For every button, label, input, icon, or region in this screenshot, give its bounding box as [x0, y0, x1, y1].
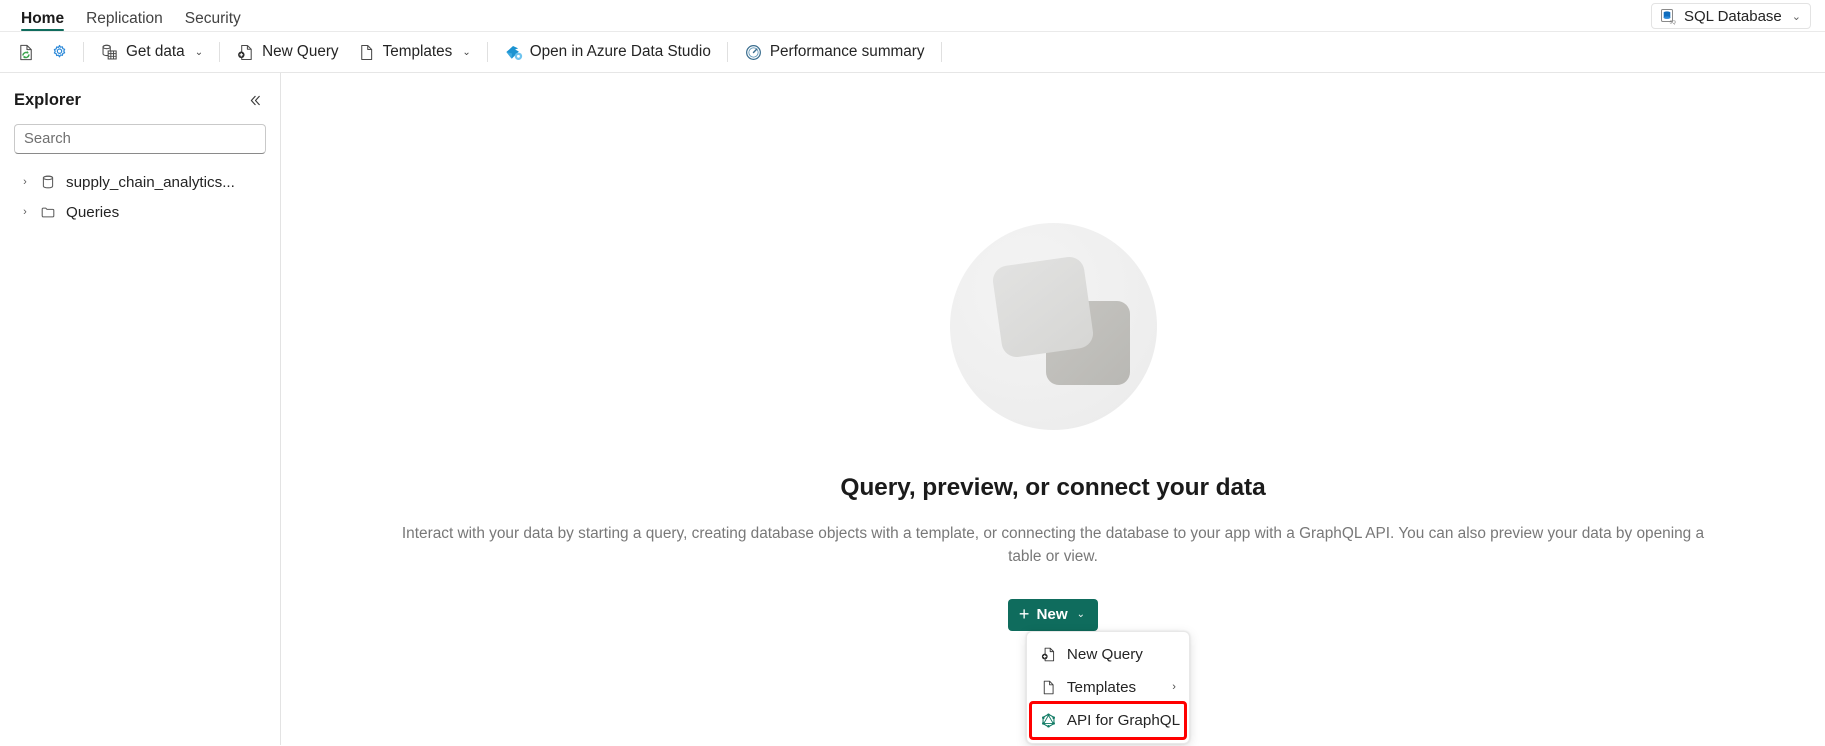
new-dropdown-menu: New Query Templates › API for GraphQL	[1025, 630, 1190, 744]
menu-item-new-query-label: New Query	[1066, 645, 1143, 663]
toolbar-separator-4	[726, 42, 728, 62]
tree-item-queries-label: Queries	[66, 203, 120, 221]
chevron-down-icon: ⌄	[1076, 609, 1086, 621]
sql-database-icon: SQL	[1659, 8, 1676, 25]
open-in-azure-data-studio-button[interactable]: Open in Azure Data Studio	[495, 37, 720, 67]
empty-state: Query, preview, or connect your data Int…	[401, 223, 1706, 744]
main-content: Query, preview, or connect your data Int…	[281, 73, 1825, 745]
refresh-button[interactable]	[10, 37, 43, 67]
get-data-button[interactable]: Get data ⌄	[91, 37, 212, 67]
workspace: Explorer › supp	[0, 73, 1825, 745]
menu-item-templates[interactable]: Templates ›	[1032, 671, 1184, 704]
new-query-label: New Query	[262, 43, 339, 60]
command-toolbar: Get data ⌄ New Query Templates ⌄ Open in…	[0, 31, 1825, 73]
gauge-icon	[744, 43, 763, 62]
plus-icon: +	[1018, 604, 1030, 625]
toolbar-separator-2	[219, 42, 221, 62]
new-query-icon	[236, 43, 255, 62]
tree-item-database-label: supply_chain_analytics...	[66, 173, 235, 191]
menu-item-new-query[interactable]: New Query	[1032, 638, 1184, 671]
new-button[interactable]: + New ⌄	[1007, 598, 1099, 631]
document-icon	[357, 43, 376, 62]
menu-item-api-for-graphql-label: API for GraphQL	[1066, 711, 1181, 729]
collapse-chevrons-icon	[248, 93, 263, 108]
empty-state-description: Interact with your data by starting a qu…	[401, 525, 1705, 566]
toolbar-separator-5	[940, 42, 942, 62]
search-input[interactable]	[14, 124, 266, 154]
sql-database-context-button[interactable]: SQL SQL Database ⌄	[1650, 3, 1811, 29]
settings-button[interactable]	[43, 37, 76, 67]
explorer-sidebar: Explorer › supp	[0, 73, 281, 745]
azure-data-studio-icon	[504, 43, 523, 62]
chevron-right-icon: ›	[1172, 681, 1176, 694]
explorer-tree: › supply_chain_analytics... › Queries	[0, 154, 280, 227]
new-query-button[interactable]: New Query	[227, 37, 348, 67]
two-cards-illustration	[949, 223, 1157, 430]
explorer-header: Explorer	[0, 85, 280, 115]
gear-icon	[50, 43, 69, 62]
menu-item-api-for-graphql[interactable]: API for GraphQL	[1028, 700, 1187, 740]
tab-security[interactable]: Security	[174, 10, 252, 32]
chevron-right-icon[interactable]: ›	[18, 206, 32, 218]
tree-item-database[interactable]: › supply_chain_analytics...	[0, 167, 280, 197]
folder-icon	[40, 204, 58, 220]
ribbon-tab-strip: Home Replication Security SQL SQL Databa…	[0, 0, 1825, 31]
refresh-page-icon	[17, 43, 36, 62]
tab-home[interactable]: Home	[10, 10, 75, 32]
collapse-sidebar-button[interactable]	[242, 87, 268, 113]
illustration-card-front	[990, 255, 1095, 359]
sql-database-label: SQL Database	[1683, 7, 1782, 25]
new-button-area: + New ⌄ New Query Templates › API for Gr…	[1007, 598, 1190, 744]
menu-item-templates-label: Templates	[1066, 678, 1137, 696]
tab-replication[interactable]: Replication	[75, 10, 174, 32]
toolbar-separator-1	[83, 42, 84, 62]
chevron-down-icon: ⌄	[194, 46, 204, 58]
performance-summary-button[interactable]: Performance summary	[735, 37, 934, 67]
ribbon-right-area: SQL SQL Database ⌄	[1650, 3, 1825, 31]
new-button-label: New	[1036, 606, 1068, 624]
explorer-title: Explorer	[14, 90, 81, 109]
get-data-label: Get data	[126, 43, 185, 60]
document-icon	[1040, 679, 1058, 696]
empty-state-title: Query, preview, or connect your data	[840, 474, 1266, 501]
database-table-icon	[100, 43, 119, 62]
toolbar-separator-3	[486, 42, 488, 62]
graphql-icon	[1040, 712, 1058, 729]
open-in-azure-data-studio-label: Open in Azure Data Studio	[529, 43, 711, 60]
templates-button[interactable]: Templates ⌄	[348, 37, 480, 67]
database-icon	[40, 174, 58, 190]
chevron-down-icon: ⌄	[462, 46, 471, 58]
new-query-icon	[1040, 646, 1058, 663]
performance-summary-label: Performance summary	[769, 43, 925, 60]
svg-text:SQL: SQL	[1669, 19, 1676, 24]
explorer-search-wrapper	[0, 115, 280, 154]
templates-label: Templates	[382, 43, 453, 60]
tree-item-queries[interactable]: › Queries	[0, 197, 280, 227]
chevron-down-icon: ⌄	[1791, 10, 1801, 23]
chevron-right-icon[interactable]: ›	[18, 176, 32, 188]
